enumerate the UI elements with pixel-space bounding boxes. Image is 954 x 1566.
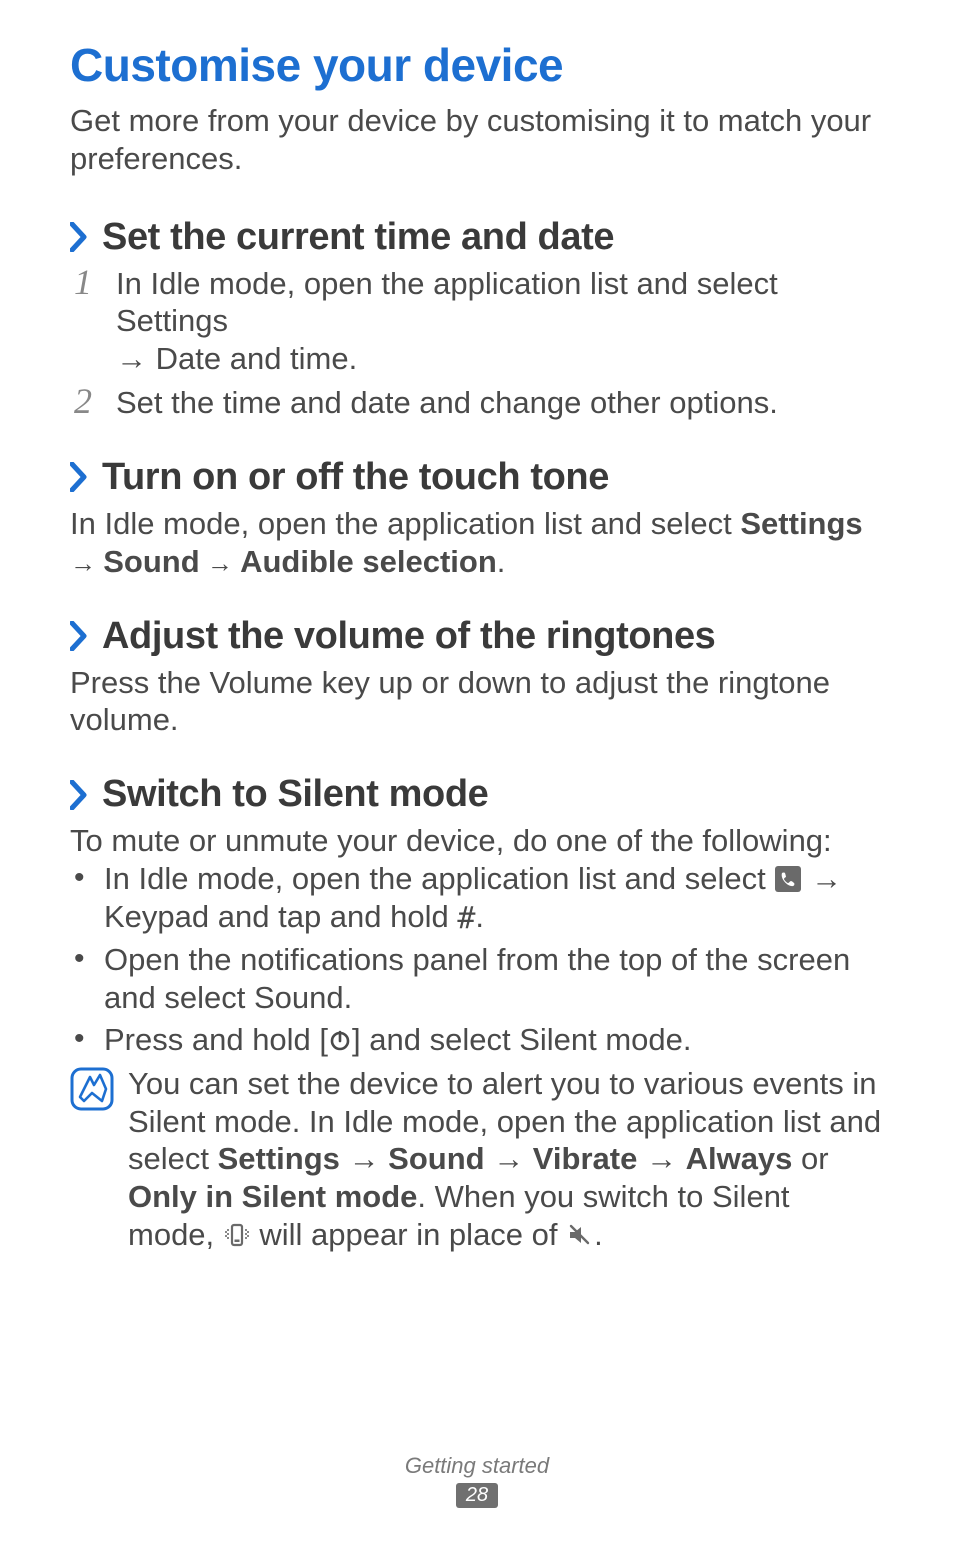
page-intro: Get more from your device by customising… <box>70 102 884 178</box>
volume-para: Press the Volume key up or down to adjus… <box>70 664 884 740</box>
note-body: You can set the device to alert you to v… <box>128 1065 884 1254</box>
step-text: Set the time and date and change other o… <box>116 385 778 420</box>
section-heading-row: Switch to Silent mode <box>70 773 884 816</box>
section-heading-silent: Switch to Silent mode <box>102 773 488 816</box>
power-key-icon <box>328 1029 352 1053</box>
bullet-2: Open the notifications panel from the to… <box>72 941 884 1017</box>
note-block: You can set the device to alert you to v… <box>70 1065 884 1254</box>
section-time: Set the current time and date 1 In Idle … <box>70 216 884 422</box>
silent-intro: To mute or unmute your device, do one of… <box>70 822 884 860</box>
section-heading-volume: Adjust the volume of the ringtones <box>102 615 715 658</box>
vibrate-phone-icon <box>223 1221 251 1249</box>
step-1: 1 In Idle mode, open the application lis… <box>74 265 884 378</box>
section-heading-row: Turn on or off the touch tone <box>70 456 884 499</box>
footer-page-number: 28 <box>456 1483 498 1508</box>
phone-app-icon <box>774 865 802 893</box>
step-2: 2 Set the time and date and change other… <box>74 384 884 422</box>
section-volume: Adjust the volume of the ringtones Press… <box>70 615 884 740</box>
steps-list: 1 In Idle mode, open the application lis… <box>70 265 884 422</box>
manual-page: Customise your device Get more from your… <box>0 0 954 1566</box>
page-title: Customise your device <box>70 38 884 92</box>
hash-key-icon: # <box>457 901 475 938</box>
chevron-right-icon <box>70 222 88 252</box>
chevron-right-icon <box>70 780 88 810</box>
touchtone-para: In Idle mode, open the application list … <box>70 505 884 581</box>
step-number: 1 <box>74 261 92 305</box>
bullet-1: In Idle mode, open the application list … <box>72 860 884 937</box>
bullet-list: In Idle mode, open the application list … <box>70 860 884 1059</box>
step-text: In Idle mode, open the application list … <box>116 266 884 378</box>
section-heading-row: Adjust the volume of the ringtones <box>70 615 884 658</box>
page-footer: Getting started 28 <box>0 1453 954 1508</box>
section-touchtone: Turn on or off the touch tone In Idle mo… <box>70 456 884 581</box>
chevron-right-icon <box>70 621 88 651</box>
section-silent: Switch to Silent mode To mute or unmute … <box>70 773 884 1254</box>
chevron-right-icon <box>70 462 88 492</box>
mute-speaker-icon <box>566 1221 594 1249</box>
step-number: 2 <box>74 380 92 424</box>
section-heading-touchtone: Turn on or off the touch tone <box>102 456 609 499</box>
footer-section-title: Getting started <box>405 1453 549 1479</box>
section-heading-time: Set the current time and date <box>102 216 614 259</box>
note-icon <box>70 1067 114 1111</box>
section-heading-row: Set the current time and date <box>70 216 884 259</box>
bullet-3: Press and hold [ ] and select Silent mod… <box>72 1021 884 1059</box>
